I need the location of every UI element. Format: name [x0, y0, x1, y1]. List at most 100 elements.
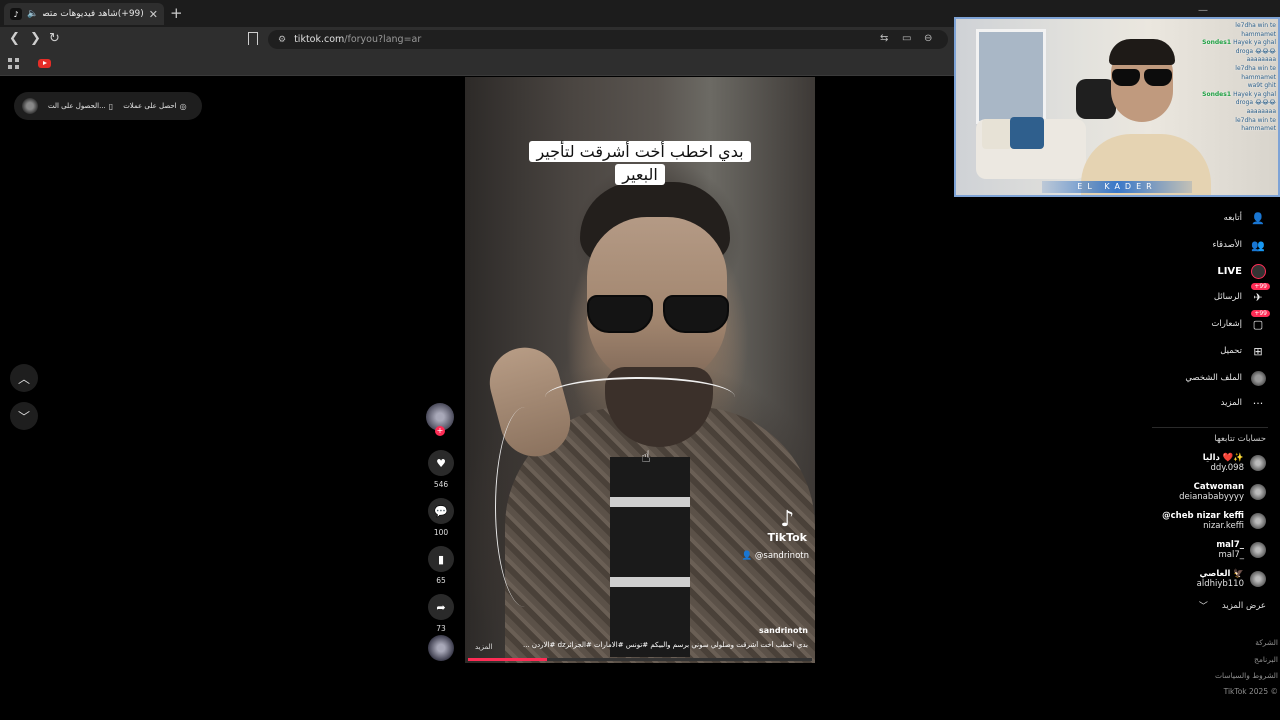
site-info-icon[interactable]: ⚙	[278, 35, 286, 45]
footer-company-link[interactable]: الشركة	[1255, 638, 1278, 647]
sidebar-item-upload[interactable]: ⊞ تحميل	[1220, 341, 1266, 361]
get-coins-button[interactable]: احصل على عملات ◎	[123, 102, 186, 111]
notifications-icon: ▢ 99+	[1250, 310, 1270, 332]
tab-title: (99+)شاهد فيديوهات متصدرة	[43, 9, 144, 19]
url-text: tiktok.com/foryou?lang=ar	[294, 34, 421, 45]
follow-plus-icon[interactable]: +	[435, 426, 445, 436]
video-player[interactable]: بدي اخطب أخت أشرقت لتأجير البعير ♪ TikTo…	[465, 77, 815, 663]
avatar[interactable]	[22, 98, 38, 114]
browser-tab[interactable]: ♪ 🔈 (99+)شاهد فيديوهات متصدرة ✕	[4, 3, 164, 25]
account-username: aldhiyb110	[1196, 579, 1244, 589]
account-username: deianababyyyy	[1179, 492, 1244, 502]
apps-grid-icon[interactable]	[8, 58, 19, 69]
watermark-handle: 👤 @sandrinotn	[741, 551, 809, 561]
see-more-button[interactable]: عرض المزيد ﹀	[1199, 599, 1266, 613]
followed-account[interactable]: mal7_ mal7_	[1216, 540, 1266, 560]
account-username: nizar.keffi	[1203, 521, 1244, 531]
sidebar-item-live[interactable]: LIVE	[1217, 261, 1266, 281]
coin-icon: ◎	[179, 101, 187, 111]
sidebar-divider	[1152, 427, 1268, 428]
creator-avatar[interactable]: +	[426, 403, 454, 436]
address-bar[interactable]: ⚙ tiktok.com/foryou?lang=ar	[268, 30, 948, 49]
music-disc-icon[interactable]	[428, 635, 454, 661]
video-caption-line2: البعير	[465, 164, 815, 185]
sidebar-item-notifications[interactable]: ▢ 99+ إشعارات	[1211, 310, 1270, 334]
youtube-icon[interactable]	[38, 59, 51, 68]
minimize-icon[interactable]: —	[1198, 5, 1208, 16]
followed-account[interactable]: داليا ❤️✨ ddy.098	[1203, 453, 1266, 473]
more-icon: ···	[1252, 396, 1264, 410]
chat-text: hammamet	[1241, 125, 1276, 133]
phone-icon: ▯	[108, 101, 114, 111]
save-button[interactable]: ▮	[428, 546, 454, 572]
chat-message: le7dha win te	[1186, 22, 1276, 31]
zoom-icon[interactable]: ⊖	[924, 33, 932, 44]
footer-program-link[interactable]: البرنامج	[1254, 655, 1278, 664]
sidebar-item-following[interactable]: 👤 أتابعه	[1224, 208, 1266, 228]
tab-close-icon[interactable]: ✕	[149, 8, 158, 21]
streamer-webcam-overlay: le7dha win te hammamet Sondes1 Hayek ya gh…	[954, 17, 1280, 197]
caption-text-1: بدي اخطب أخت أشرقت لتأجير	[529, 141, 751, 162]
back-icon[interactable]: ❮	[9, 31, 20, 46]
notifications-badge: 99+	[1251, 310, 1270, 317]
sidebar-item-label: إشعارات	[1211, 319, 1242, 329]
tiktok-watermark-text: TikTok	[767, 531, 807, 544]
chat-message: aaaaaaaa	[1186, 108, 1276, 117]
share-count: 73	[436, 624, 446, 633]
account-name: Catwoman	[1193, 482, 1244, 492]
account-name: @cheb nizar keffi	[1162, 511, 1244, 521]
next-video-button[interactable]: ﹀	[10, 402, 38, 430]
chat-text: hammamet	[1241, 73, 1276, 81]
upload-icon: ⊞	[1253, 344, 1263, 358]
reload-icon[interactable]: ↻	[49, 31, 60, 46]
share-button[interactable]: ➦	[428, 594, 454, 620]
profile-icon	[1250, 370, 1266, 386]
cast-icon[interactable]: ▭	[902, 33, 911, 44]
video-caption-line1: بدي اخطب أخت أشرقت لتأجير	[465, 141, 815, 162]
chat-text: aaaaaaaa	[1246, 56, 1276, 64]
get-app-button[interactable]: الحصول على الت... ▯	[48, 102, 113, 111]
video-actions: + ♥ 546 💬 100 ▮ 65 ➦ 73	[426, 403, 456, 642]
chat-message: hammamet	[1186, 74, 1276, 83]
follow-icon: 👤	[1251, 211, 1265, 225]
new-tab-button[interactable]: +	[170, 4, 183, 22]
chat-message: Sondes1 Hayek ya ghal	[1186, 91, 1276, 100]
sidebar-item-label: الأصدقاء	[1212, 240, 1242, 250]
avatar	[1250, 455, 1266, 471]
comment-button[interactable]: 💬	[428, 498, 454, 524]
chat-message: le7dha win te	[1186, 65, 1276, 74]
sidebar-item-friends[interactable]: 👥 الأصدقاء	[1212, 235, 1266, 255]
video-author[interactable]: sandrinotn	[759, 626, 808, 635]
footer-terms-link[interactable]: الشروط والسياسات	[1215, 671, 1278, 680]
previous-video-button[interactable]: ︿	[10, 364, 38, 392]
avatar	[1250, 571, 1266, 587]
footer-copyright: © TikTok 2025	[1223, 687, 1278, 696]
live-icon	[1250, 263, 1266, 279]
sidebar-item-messages[interactable]: ✈ 99+ الرسائل	[1214, 283, 1270, 307]
sidebar-item-more[interactable]: ··· المزيد	[1221, 393, 1266, 413]
more-link[interactable]: المزيد	[475, 643, 493, 651]
avatar	[1250, 542, 1266, 558]
forward-icon[interactable]: ❯	[30, 31, 41, 46]
video-progress-bar[interactable]	[468, 658, 812, 661]
chat-message: droga 😂😂😂	[1186, 48, 1276, 57]
sidebar-item-profile[interactable]: الملف الشخصي	[1185, 368, 1266, 388]
account-name: العاصي 🦅	[1199, 569, 1244, 579]
chat-username: Sondes1	[1202, 39, 1234, 47]
account-username: mal7_	[1218, 550, 1244, 560]
like-button[interactable]: ♥	[428, 450, 454, 476]
video-description: بدي اخطب أخت أشرقت وصلولي سوني برسم والب…	[523, 641, 808, 649]
followed-account[interactable]: Catwoman deianababyyyy	[1179, 482, 1266, 502]
followed-account[interactable]: العاصي 🦅 aldhiyb110	[1197, 569, 1266, 589]
chat-message: hammamet	[1186, 125, 1276, 134]
url-domain: tiktok.com	[294, 34, 345, 45]
webcam-pillow-white	[982, 119, 1012, 149]
followed-account[interactable]: @cheb nizar keffi nizar.keffi	[1162, 511, 1266, 531]
bookmark-icon[interactable]	[248, 32, 258, 45]
video-frame-cable	[545, 377, 735, 417]
like-count: 546	[433, 480, 449, 489]
following-accounts-title: حسابات تتابعها	[1214, 434, 1266, 444]
translate-icon[interactable]: ⇆	[880, 33, 888, 44]
chat-text: hammamet	[1241, 30, 1276, 38]
audio-icon[interactable]: 🔈	[27, 9, 38, 19]
